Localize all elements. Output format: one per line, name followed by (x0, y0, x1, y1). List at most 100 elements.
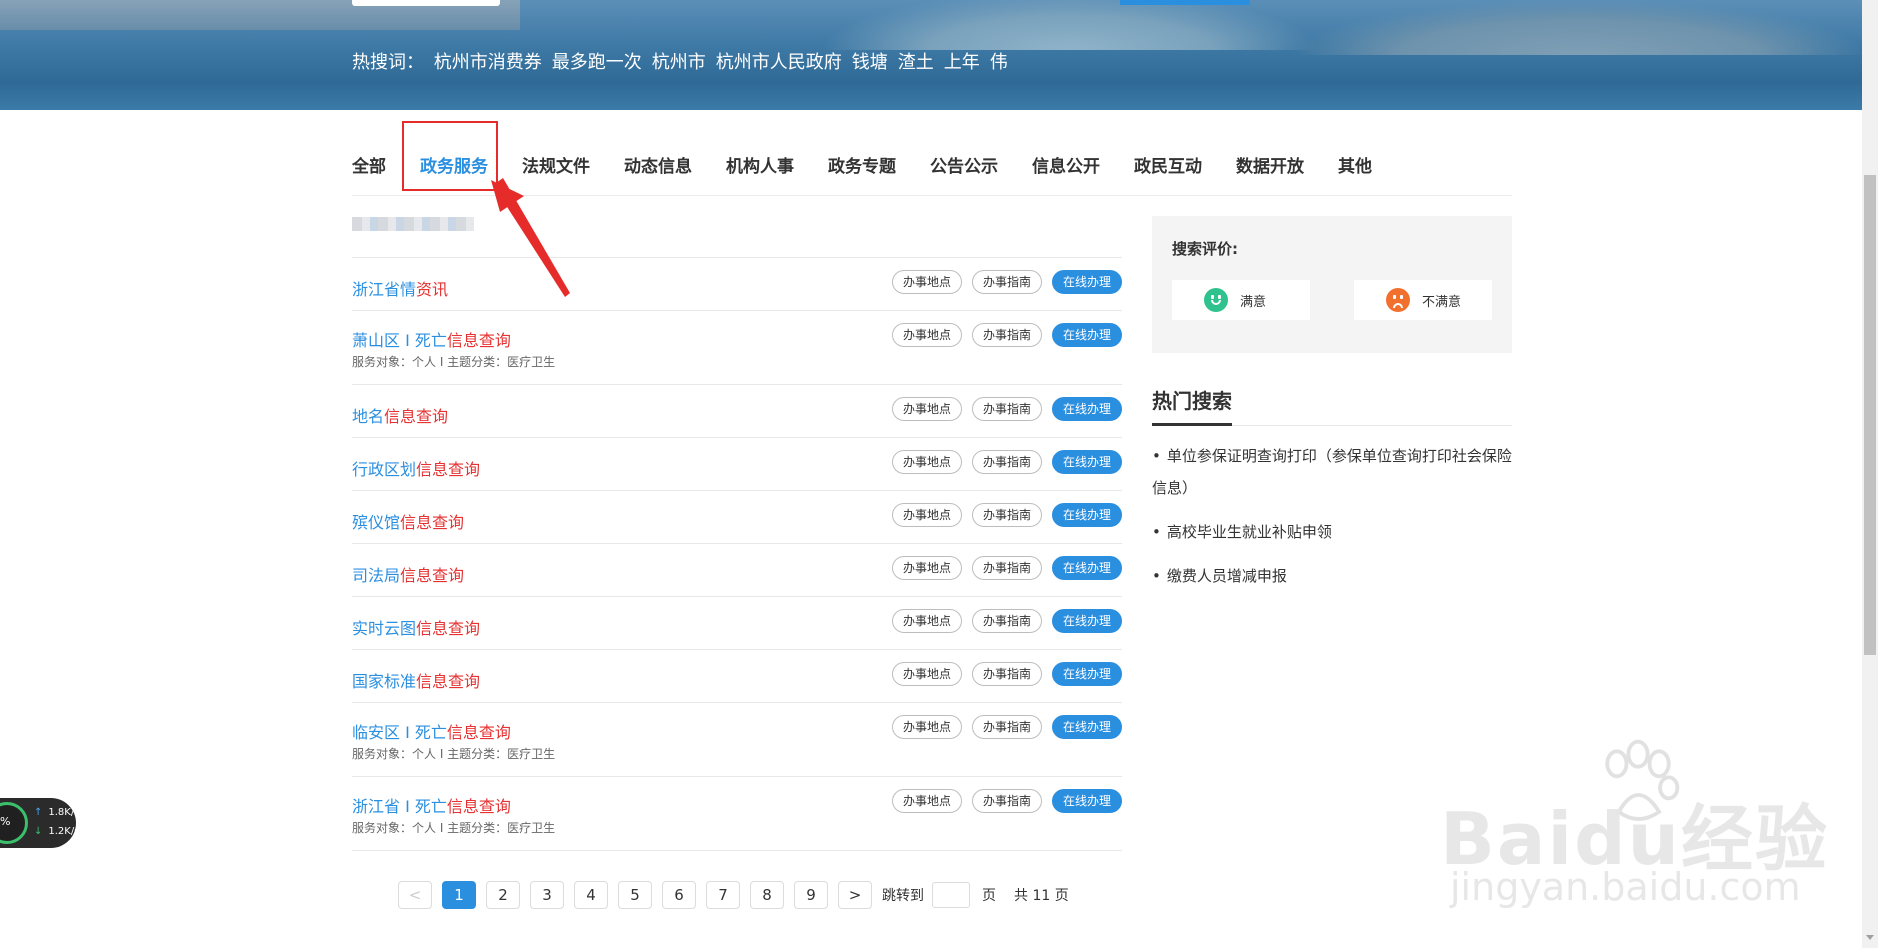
page-button[interactable]: 6 (662, 881, 696, 909)
guide-button[interactable]: 办事指南 (971, 270, 1042, 294)
page-scrollbar[interactable] (1862, 0, 1878, 948)
result-title-link[interactable]: 临安区 I 死亡信息查询 (352, 719, 511, 743)
hot-search-term[interactable]: 杭州市 (652, 52, 706, 73)
satisfied-label: 满意 (1240, 294, 1267, 310)
result-actions: 办事地点 办事指南 在线办理 (882, 503, 1122, 527)
result-meta: 服务对象：个人 I 主题分类：医疗卫生 (352, 355, 556, 369)
guide-button[interactable]: 办事指南 (971, 450, 1042, 474)
hot-search-term[interactable]: 上年 (944, 52, 980, 73)
location-button[interactable]: 办事地点 (891, 662, 962, 686)
result-title-link[interactable]: 浙江省情资讯 (352, 276, 448, 300)
tab-category[interactable]: 政务专题 (828, 152, 896, 177)
online-service-button[interactable]: 在线办理 (1051, 323, 1122, 347)
tab-all[interactable]: 全部 (352, 152, 386, 177)
hot-search-item[interactable]: • 单位参保证明查询打印（参保单位查询打印社会保险信息） (1152, 440, 1524, 504)
page-button[interactable]: 4 (574, 881, 608, 909)
guide-button[interactable]: 办事指南 (971, 789, 1042, 813)
page-button[interactable]: 8 (750, 881, 784, 909)
guide-button[interactable]: 办事指南 (971, 556, 1042, 580)
page-button[interactable]: 5 (618, 881, 652, 909)
online-service-button[interactable]: 在线办理 (1051, 789, 1122, 813)
tab-category[interactable]: 信息公开 (1032, 152, 1100, 177)
tab-category[interactable]: 动态信息 (624, 152, 692, 177)
online-service-button[interactable]: 在线办理 (1051, 450, 1122, 474)
guide-button[interactable]: 办事指南 (971, 662, 1042, 686)
blurred-result-count (352, 217, 474, 231)
tab-category[interactable]: 其他 (1338, 152, 1372, 177)
page-button[interactable]: 3 (530, 881, 564, 909)
hot-search-item[interactable]: • 缴费人员增减申报 (1152, 560, 1524, 592)
page-button[interactable]: 1 (442, 881, 476, 909)
result-title-link[interactable]: 司法局信息查询 (352, 562, 464, 586)
guide-button[interactable]: 办事指南 (971, 323, 1042, 347)
result-row: 殡仪馆信息查询 办事地点 办事指南 在线办理 (352, 490, 1122, 543)
banner-mountain (1300, 0, 1860, 55)
scrollbar-thumb[interactable] (1864, 175, 1876, 655)
tab-category[interactable]: 政民互动 (1134, 152, 1202, 177)
jump-page-input[interactable] (932, 882, 970, 908)
location-button[interactable]: 办事地点 (891, 789, 962, 813)
tab-category[interactable]: 数据开放 (1236, 152, 1304, 177)
search-button-edge[interactable] (1120, 0, 1250, 5)
hot-search-term[interactable]: 钱塘 (852, 52, 888, 73)
location-button[interactable]: 办事地点 (891, 270, 962, 294)
location-button[interactable]: 办事地点 (891, 556, 962, 580)
location-button[interactable]: 办事地点 (891, 450, 962, 474)
network-percent: % (0, 815, 11, 828)
result-title-keyword: 资讯 (416, 280, 449, 299)
result-title-keyword: 信息查询 (384, 407, 449, 426)
search-input-edge[interactable] (352, 0, 500, 6)
result-row: 行政区划信息查询 办事地点 办事指南 在线办理 (352, 437, 1122, 490)
hot-search-term[interactable]: 伟 (990, 52, 1008, 73)
result-title-link[interactable]: 殡仪馆信息查询 (352, 509, 464, 533)
hot-search-item-text: 高校毕业生就业补贴申领 (1166, 523, 1332, 541)
tab-category[interactable]: 法规文件 (522, 152, 590, 177)
hot-search-term[interactable]: 杭州市人民政府 (716, 52, 842, 73)
location-button[interactable]: 办事地点 (891, 715, 962, 739)
online-service-button[interactable]: 在线办理 (1051, 270, 1122, 294)
next-page-button[interactable]: > (838, 881, 872, 909)
hot-search-item[interactable]: • 高校毕业生就业补贴申领 (1152, 516, 1524, 548)
hot-search-label: 热搜词： (352, 52, 424, 73)
online-service-button[interactable]: 在线办理 (1051, 715, 1122, 739)
location-button[interactable]: 办事地点 (891, 503, 962, 527)
prev-page-button[interactable]: < (398, 881, 432, 909)
result-row: 地名信息查询 办事地点 办事指南 在线办理 (352, 384, 1122, 437)
result-title-link[interactable]: 地名信息查询 (352, 403, 448, 427)
page-button[interactable]: 9 (794, 881, 828, 909)
tab-category[interactable]: 机构人事 (726, 152, 794, 177)
hot-search-term[interactable]: 杭州市消费券 (434, 52, 542, 73)
result-title-link[interactable]: 国家标准信息查询 (352, 668, 480, 692)
guide-button[interactable]: 办事指南 (971, 609, 1042, 633)
unsatisfied-button[interactable]: 不满意 (1354, 280, 1492, 320)
online-service-button[interactable]: 在线办理 (1051, 609, 1122, 633)
result-title-link[interactable]: 实时云图信息查询 (352, 615, 480, 639)
header-banner: 热搜词： 杭州市消费券 最多跑一次 杭州市 杭州市人民政府 钱塘 渣土 上年伟 (0, 0, 1862, 110)
result-row: 实时云图信息查询 办事地点 办事指南 在线办理 (352, 596, 1122, 649)
online-service-button[interactable]: 在线办理 (1051, 662, 1122, 686)
online-service-button[interactable]: 在线办理 (1051, 397, 1122, 421)
scroll-down-icon[interactable] (1866, 935, 1874, 940)
result-title-link[interactable]: 行政区划信息查询 (352, 456, 480, 480)
online-service-button[interactable]: 在线办理 (1051, 556, 1122, 580)
location-button[interactable]: 办事地点 (891, 323, 962, 347)
guide-button[interactable]: 办事指南 (971, 397, 1042, 421)
result-title-text: 浙江省情 (352, 280, 417, 299)
guide-button[interactable]: 办事指南 (971, 503, 1042, 527)
result-title-link[interactable]: 浙江省 I 死亡信息查询 (352, 793, 511, 817)
location-button[interactable]: 办事地点 (891, 609, 962, 633)
satisfied-button[interactable]: 满意 (1172, 280, 1310, 320)
location-button[interactable]: 办事地点 (891, 397, 962, 421)
hot-search-term[interactable]: 渣土 (898, 52, 934, 73)
result-title-link[interactable]: 萧山区 I 死亡信息查询 (352, 327, 511, 351)
tab-category[interactable]: 公告公示 (930, 152, 998, 177)
hot-search-term[interactable]: 最多跑一次 (552, 52, 642, 73)
smile-face-icon (1204, 288, 1228, 312)
guide-button[interactable]: 办事指南 (971, 715, 1042, 739)
page-button[interactable]: 2 (486, 881, 520, 909)
result-actions: 办事地点 办事指南 在线办理 (882, 450, 1122, 474)
network-speed-widget[interactable]: % ↑ 1.8K/s ↓ 1.2K/s (0, 798, 79, 848)
online-service-button[interactable]: 在线办理 (1051, 503, 1122, 527)
page-button[interactable]: 7 (706, 881, 740, 909)
result-title-keyword: 信息查询 (416, 672, 481, 691)
